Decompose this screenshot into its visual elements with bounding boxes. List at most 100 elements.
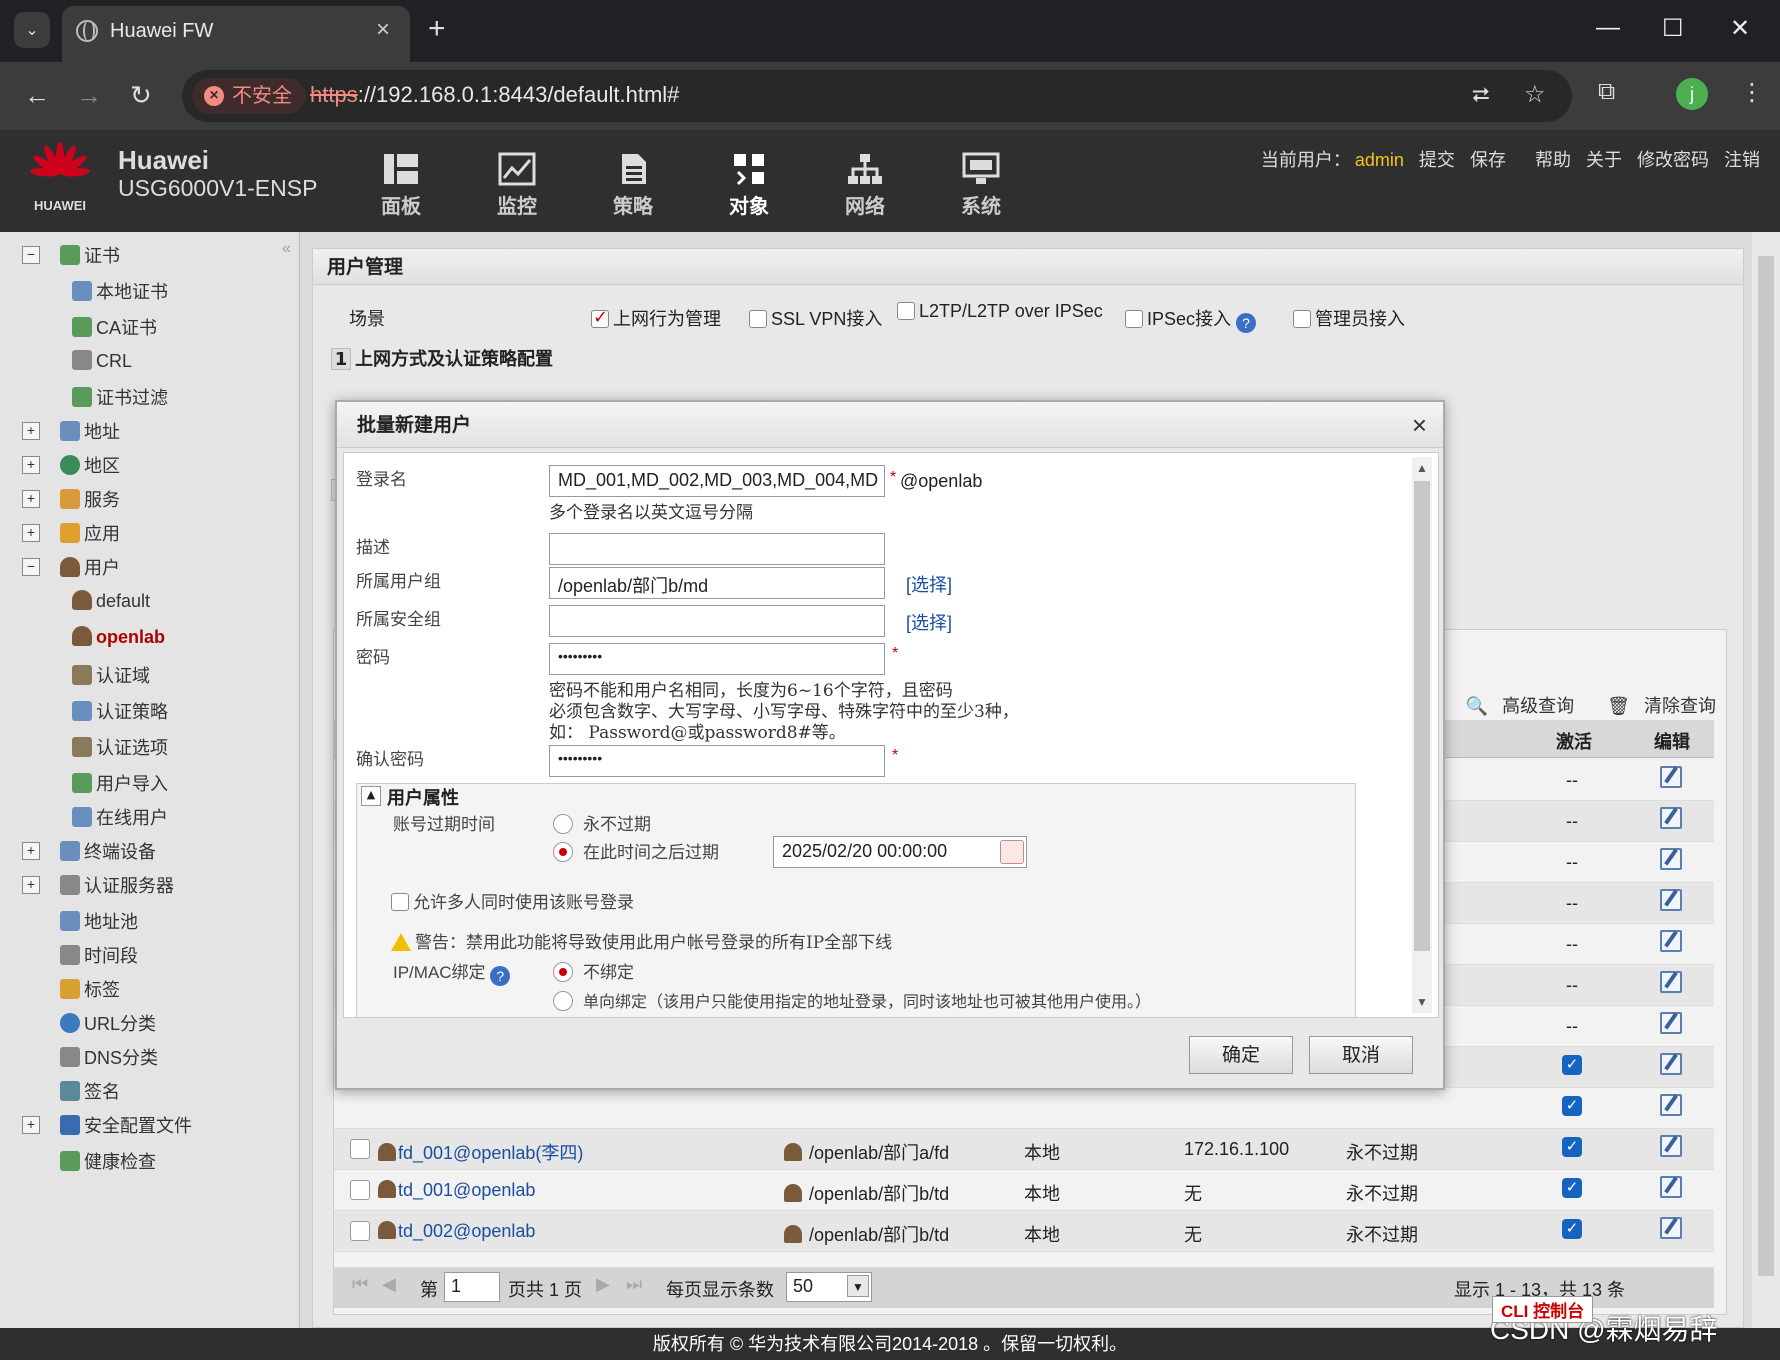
row-checkbox[interactable] — [350, 1139, 370, 1159]
help-icon[interactable]: ? — [1236, 313, 1257, 333]
close-tab-icon[interactable]: × — [376, 16, 390, 44]
expand-toggle[interactable]: + — [22, 524, 40, 542]
logout-link[interactable]: 注销 — [1724, 150, 1760, 170]
col-edit[interactable]: 编辑 — [1654, 728, 1690, 754]
dialog-scrollbar[interactable]: ▲ ▼ — [1412, 457, 1432, 1013]
nav-dashboard[interactable]: 面板 — [356, 152, 446, 219]
sidebar-item-auth-server[interactable]: + 认证服务器 — [22, 872, 174, 900]
sidebar-item-address[interactable]: + 地址 — [22, 418, 120, 446]
scrollbar-thumb[interactable] — [1414, 481, 1430, 951]
minimize-icon[interactable]: — — [1596, 14, 1620, 42]
help-link[interactable]: 帮助 — [1535, 150, 1571, 170]
window-close-icon[interactable]: ✕ — [1730, 14, 1750, 43]
maximize-icon[interactable]: ☐ — [1662, 14, 1684, 43]
about-link[interactable]: 关于 — [1586, 150, 1622, 170]
close-icon[interactable]: × — [1412, 410, 1427, 441]
checkbox[interactable] — [897, 302, 915, 320]
nav-network[interactable]: 网络 — [820, 152, 910, 219]
expand-toggle[interactable]: + — [22, 876, 40, 894]
expand-toggle[interactable]: + — [22, 456, 40, 474]
edit-icon[interactable] — [1660, 889, 1682, 911]
expire-date-input[interactable]: 2025/02/20 00:00:00 — [773, 836, 1027, 868]
active-checkbox[interactable]: ✓ — [1562, 1096, 1582, 1116]
security-badge[interactable]: 不安全 — [192, 78, 306, 114]
table-row[interactable]: fd_001@openlab(李四) /openlab/部门a/fd 本地 17… — [334, 1129, 1714, 1170]
more-menu-icon[interactable]: ⋮ — [1740, 78, 1764, 107]
user-name-link[interactable]: fd_001@openlab(李四) — [378, 1139, 583, 1165]
edit-icon[interactable] — [1660, 1053, 1682, 1075]
profile-avatar[interactable]: j — [1676, 78, 1708, 110]
table-row[interactable]: td_001@openlab /openlab/部门b/td 本地 无 永不过期… — [334, 1170, 1714, 1211]
no-bind-option[interactable]: 不绑定 — [553, 958, 634, 983]
one-way-bind-option[interactable]: 单向绑定（该用户只能使用指定的地址登录，同时该地址也可被其他用户使用。） — [553, 988, 1151, 1012]
sidebar-item-online-users[interactable]: 在线用户 — [72, 804, 168, 832]
advanced-query-button[interactable]: 🔍 高级查询 — [1452, 696, 1574, 716]
first-page-icon[interactable]: ⏮ — [352, 1274, 368, 1295]
sidebar-item-auth-policy[interactable]: 认证策略 — [72, 698, 168, 726]
col-active[interactable]: 激活 — [1556, 728, 1592, 754]
sidebar-item-auth-domain[interactable]: 认证域 — [72, 662, 150, 690]
radio-button[interactable] — [553, 991, 573, 1011]
user-attributes-title[interactable]: 用户属性 — [357, 784, 459, 810]
sidebar-item-cert[interactable]: − 证书 — [22, 242, 120, 270]
sidebar-item-time-range[interactable]: 时间段 — [60, 942, 138, 970]
table-row[interactable]: ✓ — [334, 1088, 1714, 1129]
edit-icon[interactable] — [1660, 930, 1682, 952]
sidebar-item-security-profile[interactable]: + 安全配置文件 — [22, 1112, 192, 1140]
sidebar-item-cert-filter[interactable]: 证书过滤 — [72, 384, 168, 412]
back-icon[interactable]: ← — [24, 80, 50, 111]
sidebar-item-user-import[interactable]: 用户导入 — [72, 770, 168, 798]
user-group-input[interactable]: /openlab/部门b/md — [549, 567, 885, 599]
submit-link[interactable]: 提交 — [1419, 150, 1455, 170]
browser-tab[interactable]: Huawei FW × — [62, 6, 410, 62]
select-user-group-link[interactable]: [选择] — [906, 571, 952, 597]
select-security-group-link[interactable]: [选择] — [906, 609, 952, 635]
edit-icon[interactable] — [1660, 1135, 1682, 1157]
nav-system[interactable]: 系统 — [936, 152, 1026, 219]
edit-icon[interactable] — [1660, 807, 1682, 829]
scene-admin[interactable]: 管理员接入 — [1293, 305, 1405, 331]
sidebar-item-ca-cert[interactable]: CA证书 — [72, 314, 157, 342]
radio-button[interactable] — [553, 842, 573, 862]
change-password-link[interactable]: 修改密码 — [1637, 150, 1709, 170]
scene-l2tp[interactable]: L2TP/L2TP over IPSec — [897, 301, 1103, 322]
collapse-toggle[interactable]: − — [22, 558, 40, 576]
checkbox[interactable] — [749, 310, 767, 328]
sidebar-item-tag[interactable]: 标签 — [60, 976, 120, 1004]
help-icon[interactable]: ? — [490, 966, 511, 986]
checkbox[interactable] — [1125, 310, 1143, 328]
sidebar-item-address-pool[interactable]: 地址池 — [60, 908, 138, 936]
edit-icon[interactable] — [1660, 848, 1682, 870]
never-expire-option[interactable]: 永不过期 — [553, 810, 651, 835]
forward-icon[interactable]: → — [76, 80, 102, 111]
security-group-input[interactable] — [549, 605, 885, 637]
checkbox[interactable] — [591, 307, 609, 328]
edit-icon[interactable] — [1660, 766, 1682, 788]
sidebar-item-local-cert[interactable]: 本地证书 — [72, 278, 168, 306]
scene-ipsec[interactable]: IPSec接入 ? — [1125, 305, 1257, 333]
confirm-password-input[interactable]: ••••••••• — [549, 745, 885, 777]
collapse-toggle[interactable]: − — [22, 246, 40, 264]
collapse-sidebar-icon[interactable]: « — [282, 240, 291, 258]
scrollbar-thumb[interactable] — [1758, 256, 1774, 1276]
edit-icon[interactable] — [1660, 971, 1682, 993]
expand-toggle[interactable]: + — [22, 1116, 40, 1134]
active-checkbox[interactable]: ✓ — [1562, 1137, 1582, 1157]
login-name-input[interactable]: MD_001,MD_002,MD_003,MD_004,MD — [549, 465, 885, 497]
user-name-link[interactable]: td_001@openlab — [378, 1180, 535, 1201]
sidebar-item-service[interactable]: + 服务 — [22, 486, 120, 514]
row-checkbox[interactable] — [350, 1180, 370, 1200]
bookmark-star-icon[interactable]: ☆ — [1524, 80, 1546, 109]
ok-button[interactable]: 确定 — [1189, 1036, 1293, 1074]
expand-toggle[interactable]: + — [22, 490, 40, 508]
description-input[interactable] — [549, 533, 885, 565]
new-tab-icon[interactable]: + — [428, 12, 446, 46]
page-scrollbar[interactable] — [1752, 232, 1780, 1328]
prev-page-icon[interactable]: ◀ — [382, 1274, 396, 1295]
password-input[interactable]: ••••••••• — [549, 643, 885, 675]
scroll-up-icon[interactable]: ▲ — [1416, 461, 1428, 475]
nav-monitor[interactable]: 监控 — [472, 152, 562, 219]
sidebar-item-region[interactable]: + 地区 — [22, 452, 120, 480]
active-checkbox[interactable]: ✓ — [1562, 1178, 1582, 1198]
radio-button[interactable] — [553, 962, 573, 982]
